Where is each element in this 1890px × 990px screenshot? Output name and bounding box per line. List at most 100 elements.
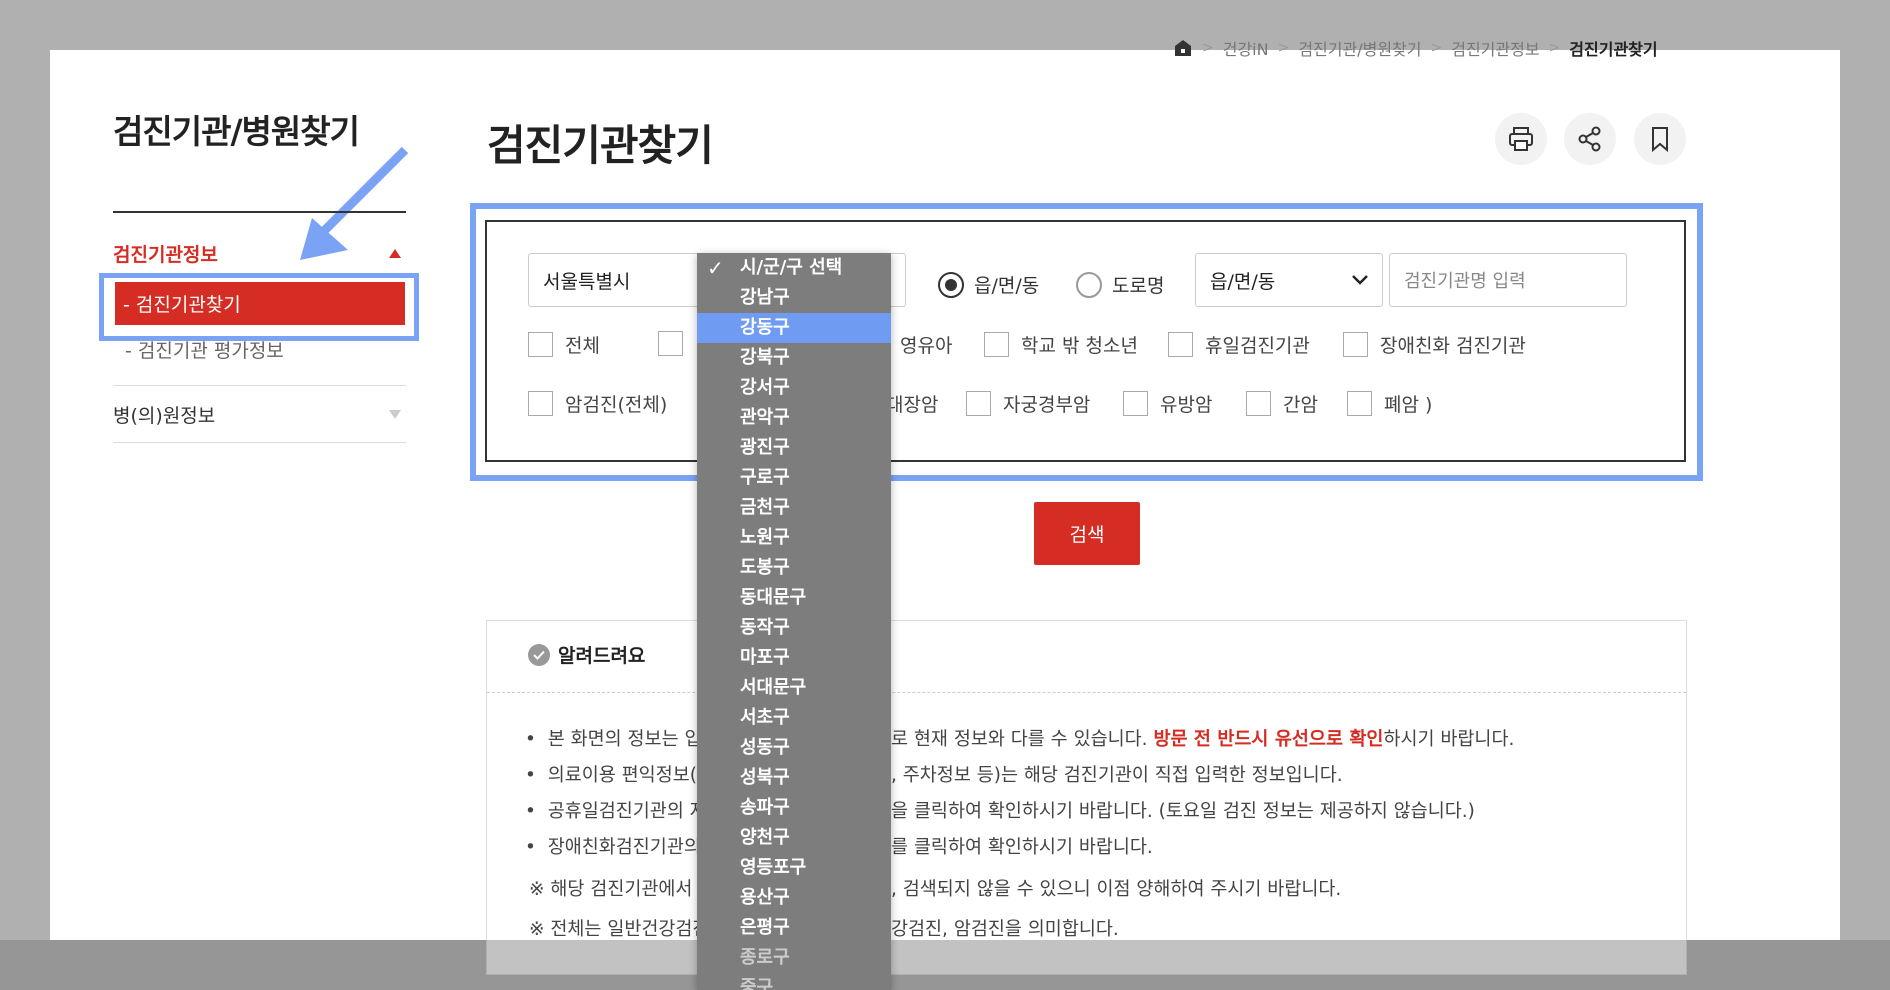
checkbox-lung[interactable]: 폐암 ) bbox=[1347, 390, 1432, 417]
checkbox-label: 대장암 bbox=[886, 394, 939, 416]
breadcrumb-item[interactable]: 검진기관/병원찾기 bbox=[1298, 36, 1421, 60]
breadcrumb-current: 검진기관찾기 bbox=[1569, 40, 1658, 59]
dropdown-option[interactable]: 서초구 bbox=[697, 703, 891, 733]
dropdown-option[interactable]: 구로구 bbox=[697, 463, 891, 493]
checkbox-label: 전체 bbox=[565, 335, 600, 357]
checkbox-icon[interactable] bbox=[658, 331, 683, 356]
dropdown-option[interactable]: 종로구 bbox=[697, 943, 891, 973]
checkbox-breast[interactable]: 유방암 bbox=[1123, 390, 1212, 417]
checkbox-holiday[interactable]: 휴일검진기관 bbox=[1168, 331, 1310, 358]
dropdown-option[interactable]: 도봉구 bbox=[697, 553, 891, 583]
sidebar-divider bbox=[113, 211, 406, 213]
sido-select-value: 서울특별시 bbox=[543, 270, 631, 293]
institution-name-input[interactable]: 검진기관명 입력 bbox=[1389, 253, 1627, 307]
checkbox-icon[interactable] bbox=[528, 391, 553, 416]
checkbox-colon[interactable]: 대장암 bbox=[886, 390, 938, 417]
checkbox-label: 폐암 ) bbox=[1384, 394, 1433, 416]
radio-road[interactable]: 도로명 bbox=[1076, 271, 1164, 298]
checkbox-icon[interactable] bbox=[1347, 391, 1372, 416]
dropdown-option[interactable]: 양천구 bbox=[697, 823, 891, 853]
share-button[interactable] bbox=[1564, 113, 1616, 165]
share-icon bbox=[1578, 126, 1601, 152]
checkbox-cervical[interactable]: 자궁경부암 bbox=[966, 390, 1090, 417]
notice-divider bbox=[487, 692, 1686, 693]
dropdown-option[interactable]: ✓ 시/군/구 선택 bbox=[697, 253, 891, 283]
checkbox-cancer-all[interactable]: 암검진(전체) bbox=[528, 390, 667, 417]
dropdown-option[interactable]: 노원구 bbox=[697, 523, 891, 553]
dropdown-option[interactable]: 금천구 bbox=[697, 493, 891, 523]
dropdown-option[interactable]: 성동구 bbox=[697, 733, 891, 763]
emd-select[interactable]: 읍/면/동 bbox=[1195, 253, 1383, 307]
dropdown-option[interactable]: 영등포구 bbox=[697, 853, 891, 883]
print-icon bbox=[1509, 127, 1533, 151]
dropdown-option[interactable]: 강서구 bbox=[697, 373, 891, 403]
checkbox-all[interactable]: 전체 bbox=[528, 331, 600, 358]
checkbox-icon[interactable] bbox=[1123, 391, 1148, 416]
dropdown-option[interactable]: 서대문구 bbox=[697, 673, 891, 703]
sidebar-divider bbox=[113, 385, 406, 386]
radio-emd[interactable]: 읍/면/동 bbox=[938, 271, 1039, 298]
checkbox-infant[interactable]: 영유아 bbox=[900, 331, 952, 358]
chevron-right-icon: > bbox=[1430, 40, 1443, 56]
notice-line: • 의료이용 편익정보(주 bbox=[525, 765, 714, 786]
breadcrumb: > 건강iN > 검진기관/병원찾기 > 검진기관정보 > 검진기관찾기 bbox=[1173, 36, 1658, 60]
dropdown-option[interactable]: 마포구 bbox=[697, 643, 891, 673]
dropdown-option[interactable]: 강동구 bbox=[697, 313, 891, 343]
sidebar-section-hospital-info[interactable]: 병(의)원정보 bbox=[113, 400, 406, 428]
checkbox-label: 유방암 bbox=[1160, 394, 1213, 416]
notice-note-rest: 강검진, 암검진을 의미합니다. bbox=[891, 919, 1119, 940]
home-icon[interactable] bbox=[1173, 38, 1193, 58]
dropdown-option[interactable]: 은평구 bbox=[697, 913, 891, 943]
chevron-right-icon: > bbox=[1277, 40, 1290, 56]
sido-select[interactable]: 서울특별시 bbox=[528, 253, 708, 307]
sigungu-dropdown-list[interactable]: ✓ 시/군/구 선택 강남구 강동구 강북구 강서구 관악구 광진구 구로구 금천구 노원구 도봉구 동… bbox=[697, 253, 891, 990]
bottom-overlay bbox=[0, 940, 1890, 990]
dropdown-option[interactable]: 송파구 bbox=[697, 793, 891, 823]
emd-select-value: 읍/면/동 bbox=[1210, 270, 1276, 293]
breadcrumb-item[interactable]: 건강iN bbox=[1223, 36, 1269, 60]
dropdown-option[interactable]: 동대문구 bbox=[697, 583, 891, 613]
dropdown-option[interactable]: 동작구 bbox=[697, 613, 891, 643]
checkbox-icon[interactable] bbox=[1246, 391, 1271, 416]
sidebar-divider bbox=[113, 442, 406, 443]
bookmark-icon bbox=[1652, 127, 1668, 153]
checkbox-icon[interactable] bbox=[1168, 332, 1193, 357]
caret-down-icon bbox=[389, 409, 401, 419]
checkbox-youth[interactable]: 학교 밖 청소년 bbox=[984, 331, 1138, 358]
search-button[interactable]: 검색 bbox=[1034, 502, 1140, 565]
checkbox-disability[interactable]: 장애친화 검진기관 bbox=[1343, 331, 1526, 358]
radio-label: 도로명 bbox=[1112, 275, 1165, 297]
checkbox-liver[interactable]: 간암 bbox=[1246, 390, 1318, 417]
highlight-box bbox=[99, 273, 419, 341]
breadcrumb-item[interactable]: 검진기관정보 bbox=[1451, 36, 1539, 60]
notice-note: ※ 전체는 일반건강검진 bbox=[529, 919, 710, 940]
radio-selected-icon[interactable] bbox=[938, 271, 964, 298]
notice-line-rest: 로 현재 정보와 다를 수 있습니다. 방문 전 반드시 유선으로 확인하시기 … bbox=[891, 729, 1515, 750]
dropdown-option[interactable]: 용산구 bbox=[697, 883, 891, 913]
sidebar-section-checkup-info[interactable]: 검진기관정보 bbox=[113, 240, 406, 266]
checkbox-icon[interactable] bbox=[984, 332, 1009, 357]
checkbox-label: 장애친화 검진기관 bbox=[1380, 335, 1526, 357]
dropdown-option[interactable]: 광진구 bbox=[697, 433, 891, 463]
sidebar-section-label: 병(의)원정보 bbox=[113, 404, 216, 427]
check-circle-icon bbox=[528, 643, 550, 666]
checkbox-label: 간암 bbox=[1283, 394, 1318, 416]
page-title: 검진기관찾기 bbox=[487, 121, 714, 170]
notice-note-rest: , 검색되지 않을 수 있으니 이점 양해하여 주시기 바랍니다. bbox=[891, 879, 1342, 900]
checkbox-icon[interactable] bbox=[528, 332, 553, 357]
radio-unselected-icon[interactable] bbox=[1076, 271, 1102, 298]
checkbox-icon[interactable] bbox=[966, 391, 991, 416]
dropdown-option[interactable]: 성북구 bbox=[697, 763, 891, 793]
bookmark-button[interactable] bbox=[1634, 113, 1686, 165]
checkbox-general[interactable] bbox=[658, 331, 695, 356]
radio-label: 읍/면/동 bbox=[974, 275, 1040, 297]
dropdown-option[interactable]: 관악구 bbox=[697, 403, 891, 433]
dropdown-option[interactable]: 강북구 bbox=[697, 343, 891, 373]
notice-line-rest: , 주차정보 등)는 해당 검진기관이 직접 입력한 정보입니다. bbox=[891, 765, 1343, 786]
chevron-down-icon bbox=[1352, 275, 1368, 285]
dropdown-option[interactable]: 강남구 bbox=[697, 283, 891, 313]
notice-line: • 장애친화검진기관의 bbox=[525, 837, 701, 858]
checkbox-icon[interactable] bbox=[1343, 332, 1368, 357]
print-button[interactable] bbox=[1495, 113, 1547, 165]
dropdown-option[interactable]: 중구 bbox=[697, 973, 891, 990]
